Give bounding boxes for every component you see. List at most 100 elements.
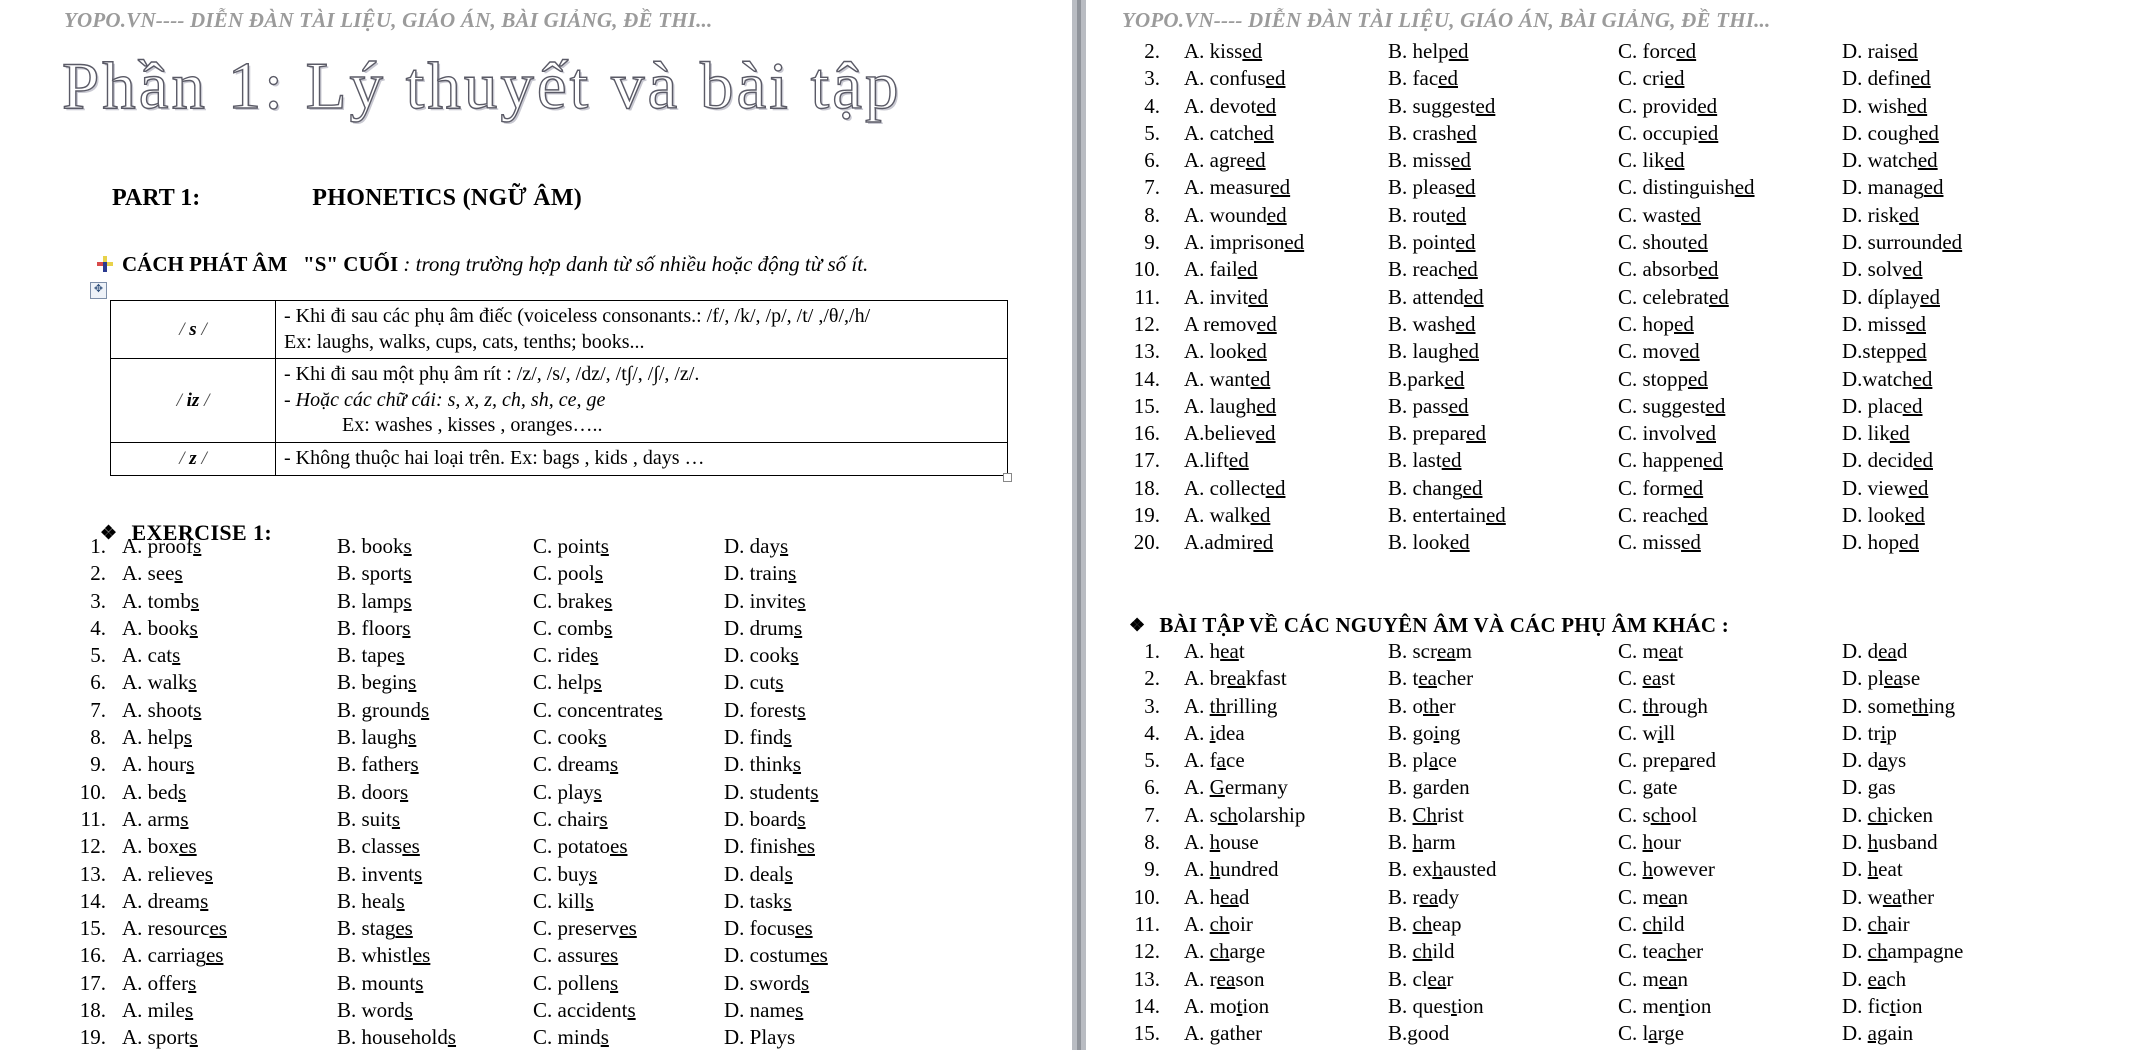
option-prefix: D.: [1842, 939, 1868, 964]
option-prefix: C. pollen: [533, 970, 610, 995]
option-prefix: D. hop: [1842, 530, 1900, 555]
option-prefix: A. laugh: [1184, 393, 1257, 418]
underlined-segment: ed: [1688, 230, 1708, 255]
option-prefix: B. lamp: [337, 588, 404, 613]
option-suffix: p: [1886, 720, 1897, 745]
option-prefix: D.stepp: [1842, 339, 1907, 364]
option-prefix: B. miss: [1388, 148, 1452, 173]
underlined-segment: ed: [1908, 475, 1929, 500]
option-prefix: C. point: [533, 534, 601, 558]
option-prefix: C. miss: [1618, 530, 1682, 555]
option-prefix: B. entertain: [1388, 503, 1486, 528]
underlined-segment: ed: [1681, 530, 1701, 555]
underlined-segment: ed: [1475, 93, 1496, 118]
option-a: A. proofs: [122, 533, 337, 560]
option-prefix: B. look: [1388, 530, 1450, 555]
rule-heading-rest: : trong trường hợp danh từ số nhiều hoặc…: [403, 252, 869, 276]
underlined-segment: ch: [1642, 911, 1663, 936]
question-row: 20. A.admired B. looked C. missed D. hoped: [1094, 529, 1962, 556]
underlined-segment: ed: [1910, 66, 1931, 91]
underlined-segment: s: [589, 861, 598, 886]
question-row: 8. A. house B. harm C. hour D. husband: [1094, 829, 1963, 856]
question-number: 19.: [1133, 503, 1160, 528]
option-prefix: A.believ: [1184, 421, 1256, 446]
underlined-segment: ed: [1485, 503, 1506, 528]
option-b: B. entertained: [1388, 502, 1618, 529]
question-row: 16. A. carriages B. whistles C. assures D. c…: [62, 942, 828, 969]
option-suffix: ermany: [1224, 775, 1288, 800]
option-c: C. accidents: [533, 997, 724, 1024]
option-c: C. mention: [1618, 993, 1842, 1020]
option-suffix: ce: [1438, 748, 1457, 773]
option-b: B. garden: [1388, 774, 1618, 801]
option-suffix: rough: [1658, 693, 1708, 718]
underlined-segment: ed: [1696, 421, 1717, 446]
option-b: B. lasted: [1388, 447, 1618, 474]
option-prefix: C. chair: [533, 806, 600, 831]
option-prefix: A. shoot: [122, 697, 194, 722]
question-row: 7. A. measured B. pleased C. distinguished D…: [1094, 174, 1962, 201]
option-c: C. however: [1618, 856, 1842, 883]
option-c: C. distinguished: [1618, 174, 1842, 201]
table-move-handle[interactable]: ✥: [90, 282, 107, 299]
option-b: B. clear: [1388, 966, 1618, 993]
option-prefix: A.admir: [1184, 530, 1254, 555]
exercise-1-list: 1. A. proofs B. books C. points D. days 2. A. …: [62, 533, 828, 1050]
underlined-segment: ed: [1438, 66, 1458, 91]
option-prefix: A.: [1184, 857, 1210, 882]
option-prefix: A. hour: [122, 752, 187, 777]
option-prefix: C. involv: [1618, 421, 1697, 446]
option-prefix: C. men: [1618, 993, 1679, 1018]
question-row: 13. A. relieves B. invents C. buys D. deals: [62, 861, 828, 888]
question-number: 4.: [1144, 93, 1160, 118]
option-d: D. surrounded: [1842, 229, 1962, 256]
table-resize-handle[interactable]: [1003, 472, 1012, 482]
option-a: A. helps: [122, 724, 337, 751]
option-a: A. house: [1184, 829, 1388, 856]
vowel-exercise-heading: ❖ BÀI TẬP VỀ CÁC NGUYÊN ÂM VÀ CÁC PHỤ ÂM…: [1129, 613, 1729, 638]
option-c: C. assures: [533, 942, 724, 969]
underlined-segment: s: [421, 697, 430, 722]
option-prefix: B. ground: [337, 697, 421, 722]
question-number: 4.: [1144, 720, 1160, 745]
underlined-segment: ed: [1920, 284, 1940, 309]
question-row: 11. A. invited B. attended C. celebrated D. …: [1094, 284, 1962, 311]
option-d: D. liked: [1842, 420, 1910, 447]
option-prefix: D. think: [724, 752, 793, 777]
option-prefix: D. train: [724, 561, 789, 586]
option-a: A. miles: [122, 997, 337, 1024]
underlined-segment: G: [1209, 775, 1225, 800]
question-row: 4. A. idea B. going C. will D. trip: [1094, 720, 1963, 747]
option-prefix: D. rais: [1842, 39, 1898, 63]
option-b: B. fathers: [337, 751, 533, 778]
option-prefix: A. wound: [1184, 202, 1267, 227]
question-number: 16.: [79, 943, 106, 968]
underlined-segment: a: [1878, 748, 1888, 773]
underlined-segment: es: [412, 943, 431, 968]
option-prefix: C. s: [1618, 802, 1651, 827]
option-d: D. champagne: [1842, 938, 1963, 965]
underlined-segment: ea: [1658, 966, 1678, 991]
underlined-segment: ea: [1658, 639, 1678, 663]
underlined-segment: a: [1216, 748, 1226, 773]
underlined-segment: ed: [1698, 120, 1719, 145]
question-number: 6.: [1144, 148, 1160, 173]
option-suffix: ther: [1901, 884, 1935, 909]
option-a: A. gather: [1184, 1020, 1388, 1047]
underlined-segment: ed: [1679, 339, 1700, 364]
option-c: C. gate: [1618, 774, 1842, 801]
option-suffix: our: [1653, 830, 1682, 855]
underlined-segment: s: [604, 588, 613, 613]
underlined-segment: ed: [1889, 421, 1910, 446]
option-prefix: A. carriag: [122, 943, 206, 968]
option-prefix: A.: [1184, 693, 1210, 718]
underlined-segment: s: [188, 970, 197, 995]
slash-right: /: [201, 447, 207, 469]
option-b: B. pointed: [1388, 229, 1618, 256]
option-d: D. chicken: [1842, 802, 1933, 829]
underlined-segment: ed: [1237, 257, 1258, 282]
option-b: B. teacher: [1388, 665, 1618, 692]
option-d: D. trip: [1842, 720, 1897, 747]
rule-line: - Không thuộc hai loại trên. Ex: bags , …: [284, 446, 705, 469]
option-prefix: C. assur: [533, 943, 601, 968]
